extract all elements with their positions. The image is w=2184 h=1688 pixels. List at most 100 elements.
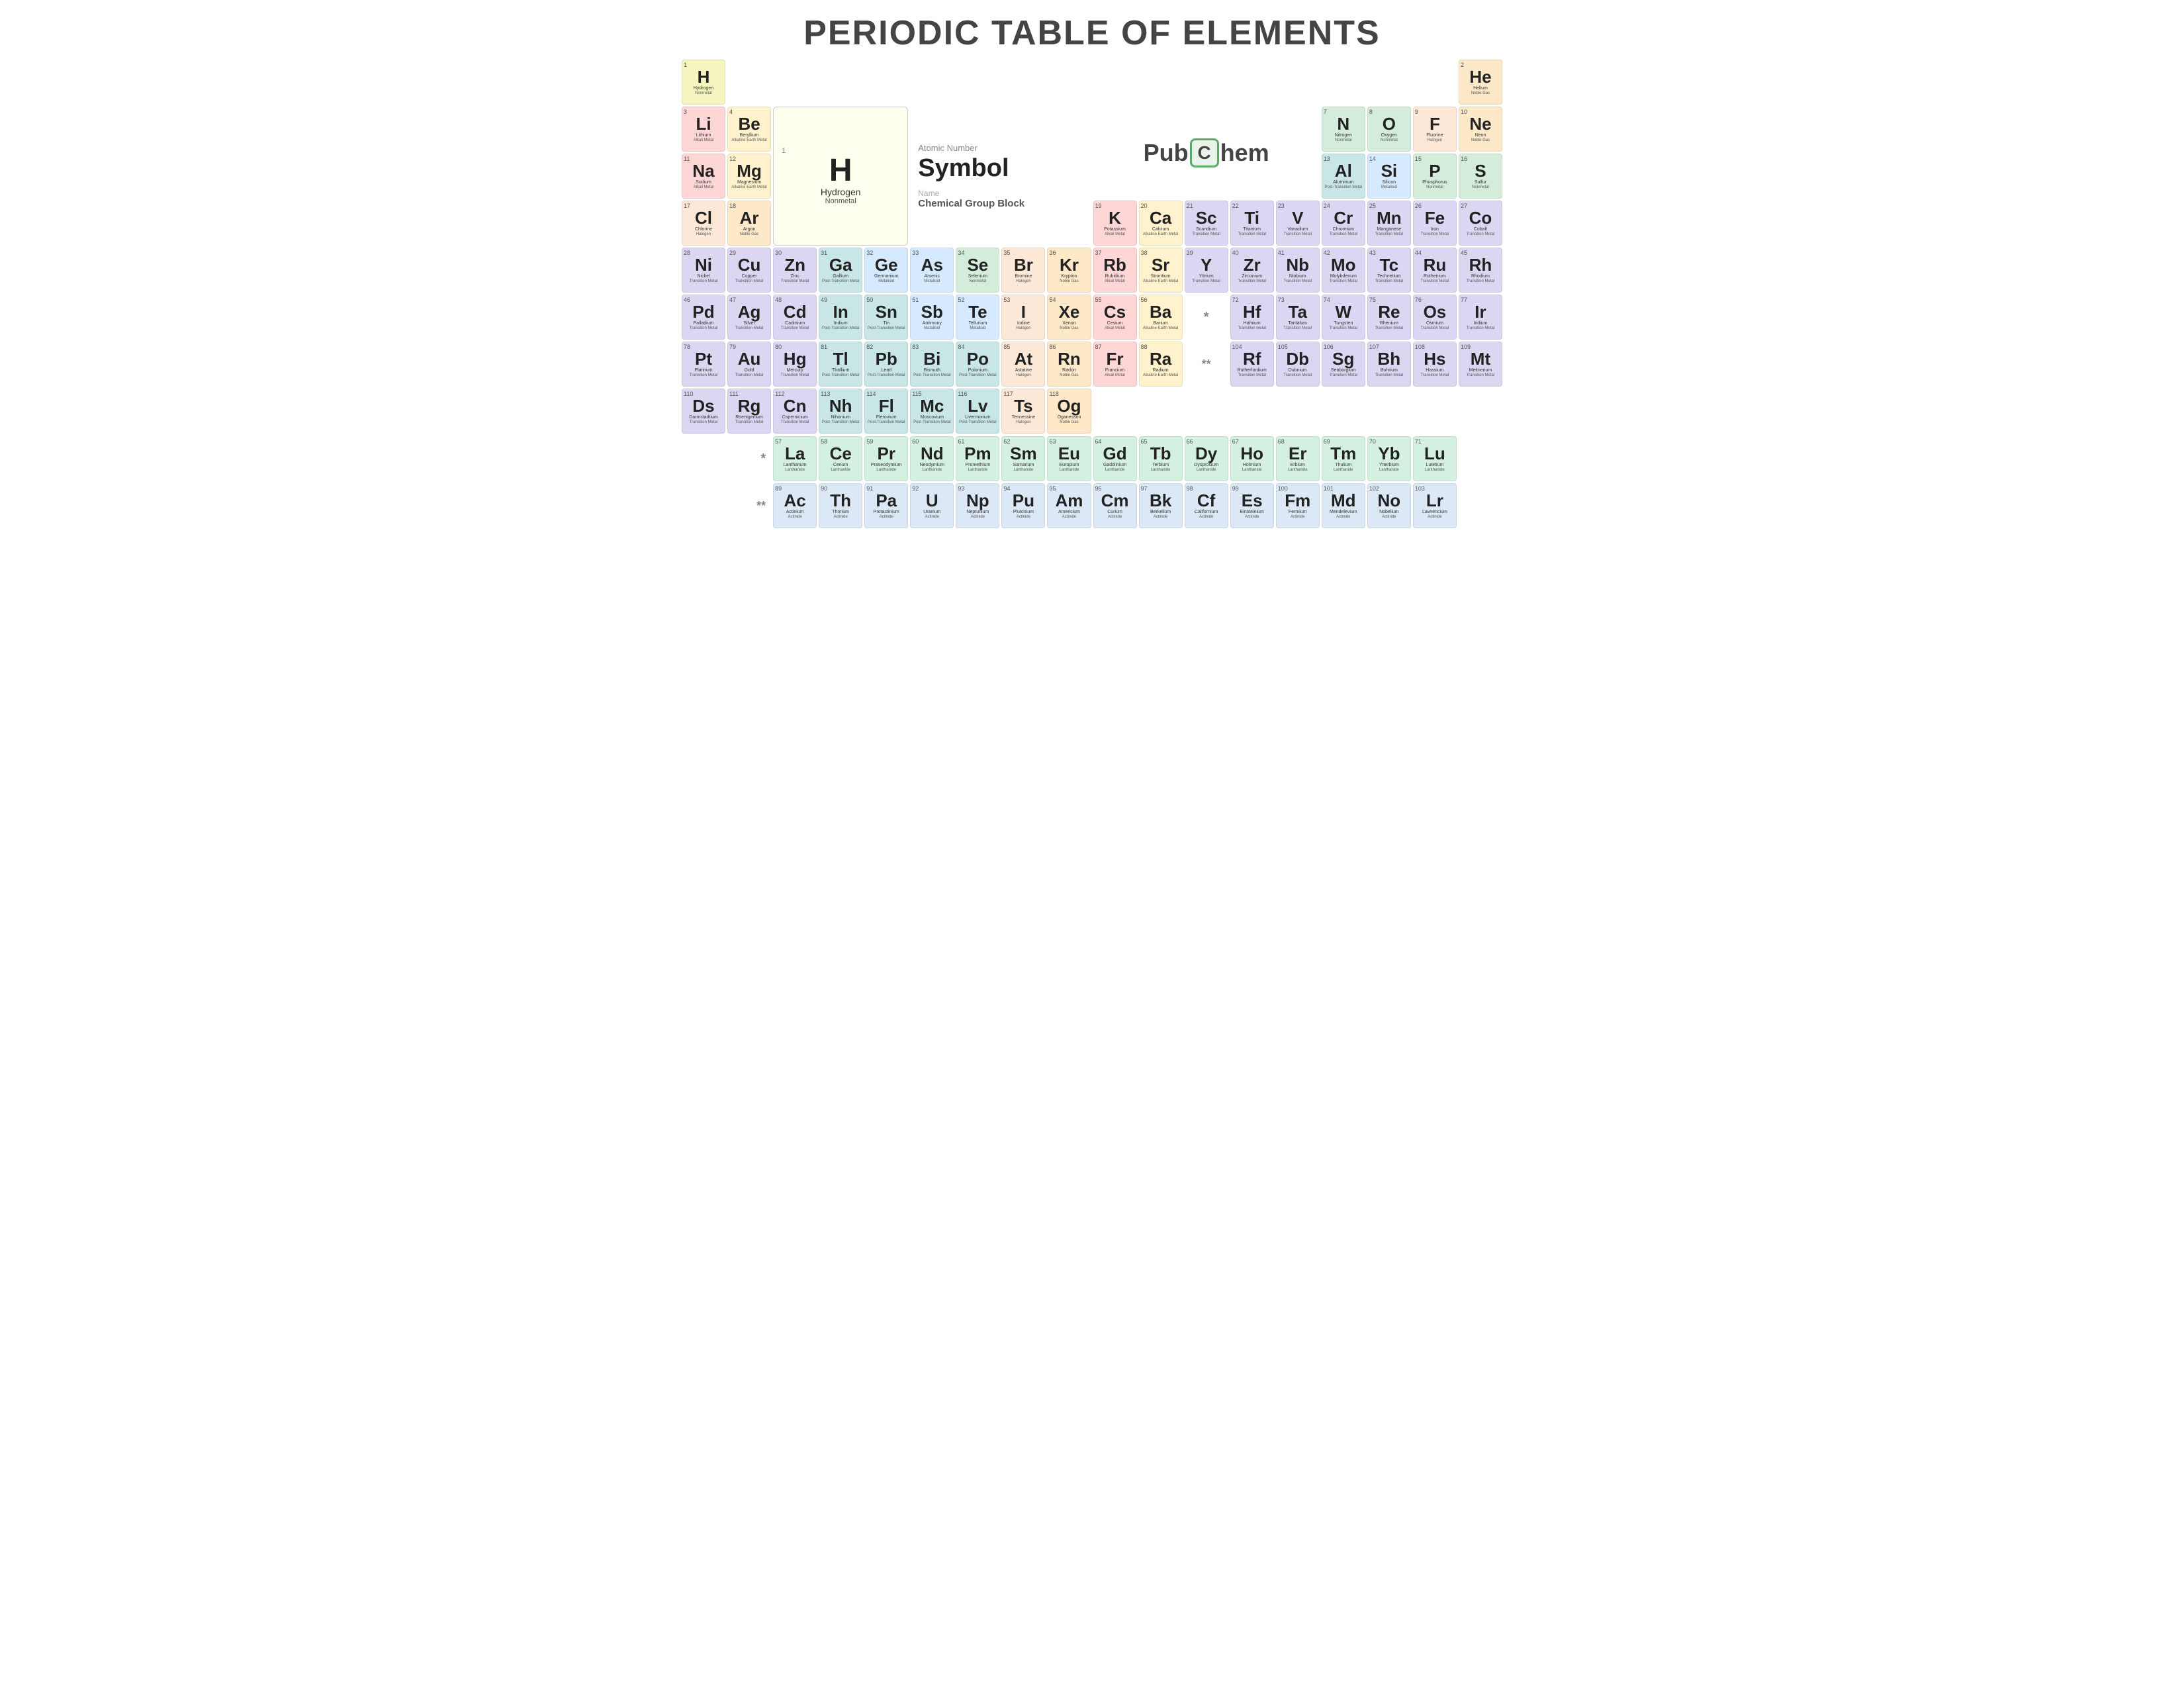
element-cell[interactable]: 26 Fe Iron Transition Metal xyxy=(1413,201,1457,246)
element-cell[interactable]: 99 Es Einsteinium Actinide xyxy=(1230,483,1274,528)
element-cell[interactable]: 57 La Lanthanum Lanthanide xyxy=(773,436,817,481)
element-cell[interactable]: 84 Po Polonium Post-Transition Metal xyxy=(956,342,999,387)
element-cell[interactable]: 81 Tl Thallium Post-Transition Metal xyxy=(819,342,862,387)
element-cell[interactable]: 56 Ba Barium Alkaline Earth Metal xyxy=(1139,295,1183,340)
element-cell[interactable]: 104 Rf Rutherfordium Transition Metal xyxy=(1230,342,1274,387)
element-cell[interactable]: 11 Na Sodium Alkali Metal xyxy=(682,154,725,199)
element-cell[interactable]: 88 Ra Radium Alkaline Earth Metal xyxy=(1139,342,1183,387)
element-cell[interactable]: 77 Ir Iridium Transition Metal xyxy=(1459,295,1502,340)
element-cell[interactable]: 72 Hf Hafnium Transition Metal xyxy=(1230,295,1274,340)
element-cell[interactable]: 92 U Uranium Actinide xyxy=(910,483,954,528)
element-cell[interactable]: 40 Zr Zirconium Transition Metal xyxy=(1230,248,1274,293)
element-cell[interactable]: 100 Fm Fermium Actinide xyxy=(1276,483,1320,528)
element-cell[interactable]: 96 Cm Curium Actinide xyxy=(1093,483,1137,528)
element-cell[interactable]: 61 Pm Promethium Lanthanide xyxy=(956,436,999,481)
element-cell[interactable]: 47 Ag Silver Transition Metal xyxy=(727,295,771,340)
element-cell[interactable]: 4 Be Beryllium Alkaline Earth Metal xyxy=(727,107,771,152)
element-cell[interactable]: 53 I Iodine Halogen xyxy=(1001,295,1045,340)
element-cell[interactable]: 1 H Hydrogen Nonmetal xyxy=(682,60,725,105)
element-cell[interactable]: 69 Tm Thulium Lanthanide xyxy=(1322,436,1365,481)
element-cell[interactable]: 43 Tc Technetium Transition Metal xyxy=(1367,248,1411,293)
element-cell[interactable]: 3 Li Lithium Alkali Metal xyxy=(682,107,725,152)
element-cell[interactable]: 94 Pu Plutonium Actinide xyxy=(1001,483,1045,528)
element-cell[interactable]: 32 Ge Germanium Metalloid xyxy=(864,248,908,293)
element-cell[interactable]: 24 Cr Chromium Transition Metal xyxy=(1322,201,1365,246)
element-cell[interactable]: 19 K Potassium Alkali Metal xyxy=(1093,201,1137,246)
element-cell[interactable]: 80 Hg Mercury Transition Metal xyxy=(773,342,817,387)
element-cell[interactable]: 102 No Nobelium Actinide xyxy=(1367,483,1411,528)
element-cell[interactable]: 70 Yb Ytterbium Lanthanide xyxy=(1367,436,1411,481)
element-cell[interactable]: 36 Kr Krypton Noble Gas xyxy=(1047,248,1091,293)
element-cell[interactable]: 35 Br Bromine Halogen xyxy=(1001,248,1045,293)
element-cell[interactable]: 59 Pr Praseodymium Lanthanide xyxy=(864,436,908,481)
element-cell[interactable]: 28 Ni Nickel Transition Metal xyxy=(682,248,725,293)
element-cell[interactable]: 98 Cf Californium Actinide xyxy=(1185,483,1228,528)
element-cell[interactable]: 76 Os Osmium Transition Metal xyxy=(1413,295,1457,340)
element-cell[interactable]: 31 Ga Gallium Post-Transition Metal xyxy=(819,248,862,293)
element-cell[interactable]: 114 Fl Flerovium Post-Transition Metal xyxy=(864,389,908,434)
element-cell[interactable]: 48 Cd Cadmium Transition Metal xyxy=(773,295,817,340)
element-cell[interactable]: 95 Am Americium Actinide xyxy=(1047,483,1091,528)
element-cell[interactable]: 73 Ta Tantalum Transition Metal xyxy=(1276,295,1320,340)
element-cell[interactable]: 93 Np Neptunium Actinide xyxy=(956,483,999,528)
element-cell[interactable]: 64 Gd Gadolinium Lanthanide xyxy=(1093,436,1137,481)
element-cell[interactable]: 106 Sg Seaborgium Transition Metal xyxy=(1322,342,1365,387)
element-cell[interactable]: 15 P Phosphorus Nonmetal xyxy=(1413,154,1457,199)
element-cell[interactable]: 65 Tb Terbium Lanthanide xyxy=(1139,436,1183,481)
element-cell[interactable]: 113 Nh Nihonium Post-Transition Metal xyxy=(819,389,862,434)
element-cell[interactable]: 16 S Sulfur Nonmetal xyxy=(1459,154,1502,199)
element-cell[interactable]: 62 Sm Samarium Lanthanide xyxy=(1001,436,1045,481)
element-cell[interactable]: 79 Au Gold Transition Metal xyxy=(727,342,771,387)
element-cell[interactable]: 10 Ne Neon Noble Gas xyxy=(1459,107,1502,152)
element-cell[interactable]: 49 In Indium Post-Transition Metal xyxy=(819,295,862,340)
element-cell[interactable]: 90 Th Thorium Actinide xyxy=(819,483,862,528)
element-cell[interactable]: 58 Ce Cerium Lanthanide xyxy=(819,436,862,481)
element-cell[interactable]: 67 Ho Holmium Lanthanide xyxy=(1230,436,1274,481)
element-cell[interactable]: 39 Y Yttrium Transition Metal xyxy=(1185,248,1228,293)
element-cell[interactable]: 74 W Tungsten Transition Metal xyxy=(1322,295,1365,340)
element-cell[interactable]: 14 Si Silicon Metalloid xyxy=(1367,154,1411,199)
element-cell[interactable]: 18 Ar Argon Noble Gas xyxy=(727,201,771,246)
element-cell[interactable]: 25 Mn Manganese Transition Metal xyxy=(1367,201,1411,246)
element-cell[interactable]: 42 Mo Molybdenum Transition Metal xyxy=(1322,248,1365,293)
element-cell[interactable]: 82 Pb Lead Post-Transition Metal xyxy=(864,342,908,387)
element-cell[interactable]: 110 Ds Darmstadtium Transition Metal xyxy=(682,389,725,434)
element-cell[interactable]: 55 Cs Cesium Alkali Metal xyxy=(1093,295,1137,340)
element-cell[interactable]: 60 Nd Neodymium Lanthanide xyxy=(910,436,954,481)
element-cell[interactable]: 87 Fr Francium Alkali Metal xyxy=(1093,342,1137,387)
element-cell[interactable]: 105 Db Dubnium Transition Metal xyxy=(1276,342,1320,387)
element-cell[interactable]: 51 Sb Antimony Metalloid xyxy=(910,295,954,340)
element-cell[interactable]: 112 Cn Copernicium Transition Metal xyxy=(773,389,817,434)
element-cell[interactable]: 117 Ts Tennessine Halogen xyxy=(1001,389,1045,434)
element-cell[interactable]: 75 Re Rhenium Transition Metal xyxy=(1367,295,1411,340)
element-cell[interactable]: 83 Bi Bismuth Post-Transition Metal xyxy=(910,342,954,387)
element-cell[interactable]: 20 Ca Calcium Alkaline Earth Metal xyxy=(1139,201,1183,246)
element-cell[interactable]: 115 Mc Moscovium Post-Transition Metal xyxy=(910,389,954,434)
element-cell[interactable]: 21 Sc Scandium Transition Metal xyxy=(1185,201,1228,246)
element-cell[interactable]: 8 O Oxygen Nonmetal xyxy=(1367,107,1411,152)
element-cell[interactable]: 17 Cl Chlorine Halogen xyxy=(682,201,725,246)
element-cell[interactable]: 52 Te Tellurium Metalloid xyxy=(956,295,999,340)
element-cell[interactable]: 22 Ti Titanium Transition Metal xyxy=(1230,201,1274,246)
element-cell[interactable]: 9 F Fluorine Halogen xyxy=(1413,107,1457,152)
element-cell[interactable]: 109 Mt Meitnerium Transition Metal xyxy=(1459,342,1502,387)
element-cell[interactable]: 12 Mg Magnesium Alkaline Earth Metal xyxy=(727,154,771,199)
element-cell[interactable]: 13 Al Aluminum Post-Transition Metal xyxy=(1322,154,1365,199)
element-cell[interactable]: 103 Lr Lawrencium Actinide xyxy=(1413,483,1457,528)
element-cell[interactable]: 33 As Arsenic Metalloid xyxy=(910,248,954,293)
element-cell[interactable]: 29 Cu Copper Transition Metal xyxy=(727,248,771,293)
element-cell[interactable]: 50 Sn Tin Post-Transition Metal xyxy=(864,295,908,340)
element-cell[interactable]: 89 Ac Actinium Actinide xyxy=(773,483,817,528)
element-cell[interactable]: 41 Nb Niobium Transition Metal xyxy=(1276,248,1320,293)
element-cell[interactable]: 116 Lv Livermorium Post-Transition Metal xyxy=(956,389,999,434)
element-cell[interactable]: 107 Bh Bohrium Transition Metal xyxy=(1367,342,1411,387)
element-cell[interactable]: 97 Bk Berkelium Actinide xyxy=(1139,483,1183,528)
element-cell[interactable]: 101 Md Mendelevium Actinide xyxy=(1322,483,1365,528)
element-cell[interactable]: 54 Xe Xenon Noble Gas xyxy=(1047,295,1091,340)
element-cell[interactable]: 46 Pd Palladium Transition Metal xyxy=(682,295,725,340)
element-cell[interactable]: 71 Lu Lutetium Lanthanide xyxy=(1413,436,1457,481)
element-cell[interactable]: 30 Zn Zinc Transition Metal xyxy=(773,248,817,293)
element-cell[interactable]: 108 Hs Hassium Transition Metal xyxy=(1413,342,1457,387)
element-cell[interactable]: 63 Eu Europium Lanthanide xyxy=(1047,436,1091,481)
element-cell[interactable]: 23 V Vanadium Transition Metal xyxy=(1276,201,1320,246)
